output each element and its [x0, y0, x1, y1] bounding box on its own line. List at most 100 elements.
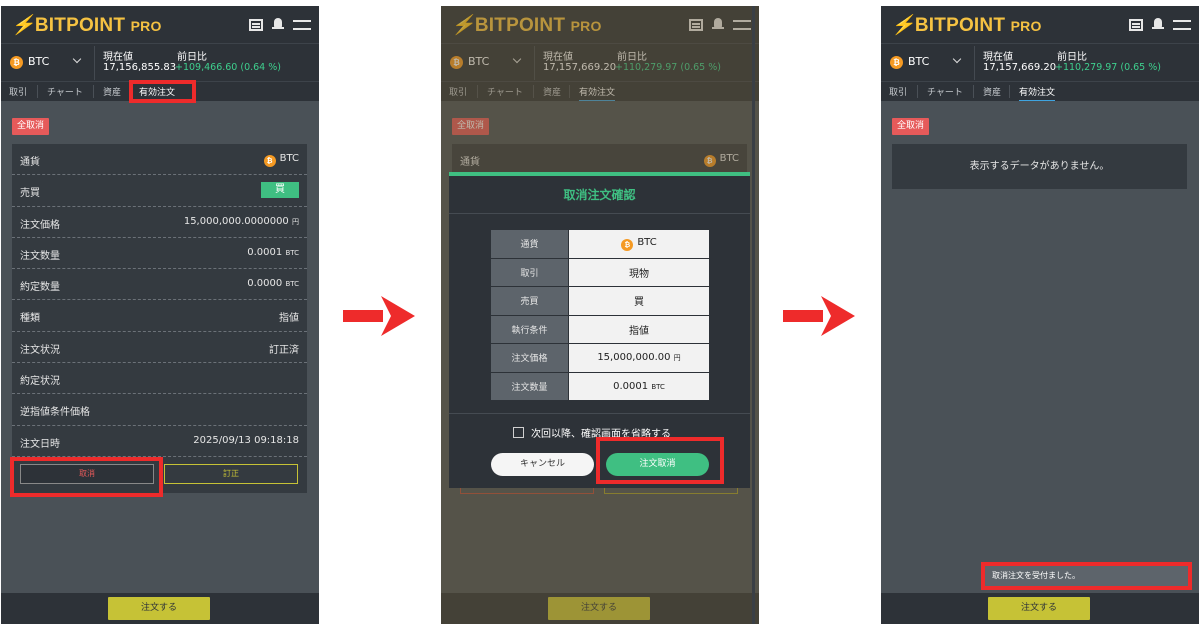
screen-cancel-done: ⚡BITPOINT PRO ₿ BTC 現在値 前日比 17,157,669.2…: [881, 6, 1199, 624]
table-key: 取引: [490, 257, 569, 287]
tab-chart[interactable]: チャート: [47, 85, 83, 98]
unit: BTC: [651, 382, 665, 391]
detail-row: 約定状況: [12, 363, 307, 395]
logo-mark: ⚡: [11, 15, 35, 36]
detail-row: 注文状況 訂正済: [12, 332, 307, 364]
current-price-value: 17,156,855.83: [103, 62, 177, 73]
bell-icon[interactable]: [272, 18, 284, 31]
order-detail-list: 通貨 ₿ BTC 売買 買 注文価格 15,000,000.0000000 円 注…: [12, 144, 307, 493]
btc-coin-icon: ₿: [263, 155, 276, 167]
footer-bar: 注文する: [1, 593, 319, 624]
table-row: 執行条件 指値: [490, 314, 710, 344]
detail-row: 逆指値条件価格: [12, 394, 307, 426]
detail-value: 0.0000 BTC: [247, 278, 299, 289]
table-row: 取引 現物: [490, 257, 710, 287]
detail-row: 売買 買: [12, 175, 307, 207]
bitpoint-logo: ⚡BITPOINT PRO: [11, 13, 162, 37]
screen-cancel-confirm: ⚡BITPOINT PRO ₿ BTC 現在値 前日比 17,157,669.2…: [441, 6, 759, 624]
unit: 円: [292, 217, 299, 226]
divider: [93, 85, 94, 98]
dialog-title: 取消注文確認: [449, 176, 750, 214]
detail-key: 注文日時: [20, 438, 60, 450]
current-price-label: 現在値: [103, 52, 133, 63]
coin-selector[interactable]: BTC: [908, 55, 929, 68]
order-quantity: 0.0001: [247, 246, 283, 258]
detail-value: 訂正済: [269, 344, 299, 356]
currency-value: BTC: [637, 236, 657, 248]
detail-key: 注文状況: [20, 344, 60, 356]
tab-assets[interactable]: 資産: [983, 85, 1001, 98]
table-key: 通貨: [490, 229, 569, 259]
highlight-toast: [981, 562, 1192, 590]
place-order-button[interactable]: 注文する: [988, 597, 1090, 620]
news-icon[interactable]: [249, 18, 263, 31]
logo-mark: ⚡: [891, 15, 915, 36]
detail-key: 逆指値条件価格: [20, 407, 90, 419]
table-row: 注文価格 15,000,000.00 円: [490, 343, 710, 373]
chevron-down-icon[interactable]: [952, 54, 962, 64]
detail-row: 種類 指値: [12, 300, 307, 332]
amend-order-button[interactable]: 訂正: [164, 463, 298, 484]
app-header: ⚡BITPOINT PRO: [1, 6, 319, 43]
menu-icon[interactable]: [293, 19, 311, 30]
filled-quantity: 0.0000: [247, 278, 283, 290]
bell-icon[interactable]: [1152, 18, 1164, 31]
detail-key: 通貨: [20, 157, 40, 168]
change-value: +109,466.60 (0.64 %): [175, 62, 281, 73]
table-value: 現物: [568, 257, 710, 287]
skip-confirm-checkbox[interactable]: [513, 427, 524, 438]
unit: BTC: [285, 248, 299, 257]
menu-icon[interactable]: [1173, 19, 1191, 30]
unit: BTC: [285, 280, 299, 289]
news-icon[interactable]: [1129, 18, 1143, 31]
logo-pro: PRO: [1010, 18, 1042, 34]
table-value: 0.0001 BTC: [568, 371, 710, 401]
tab-open-orders[interactable]: 有効注文: [1019, 85, 1056, 101]
logo-pro: PRO: [130, 18, 162, 34]
dialog-cancel-button[interactable]: キャンセル: [491, 453, 594, 476]
current-price-value: 17,157,669.20: [983, 62, 1057, 73]
unit: 円: [673, 354, 681, 363]
chevron-down-icon[interactable]: [72, 54, 82, 64]
footer-bar: 注文する: [881, 593, 1199, 624]
empty-state-message: 表示するデータがありません。: [892, 144, 1187, 189]
highlight-cancel-button: [10, 457, 163, 497]
current-price-label: 現在値: [983, 52, 1013, 63]
detail-row: 注文数量 0.0001 BTC: [12, 238, 307, 270]
divider: [449, 413, 750, 414]
detail-value: ₿ BTC: [263, 153, 299, 167]
tab-trade[interactable]: 取引: [9, 85, 27, 98]
btc-coin-icon: ₿: [890, 56, 903, 69]
price-bar: ₿ BTC 現在値 前日比 17,157,669.20 +110,279.97 …: [881, 43, 1199, 81]
detail-row: 注文日時 2025/09/13 09:18:18: [12, 426, 307, 457]
detail-key: 種類: [20, 313, 40, 325]
logo-text: BITPOINT: [34, 15, 126, 36]
price-bar: ₿ BTC 現在値 前日比 17,156,855.83 +109,466.60 …: [1, 43, 319, 81]
bitpoint-logo: ⚡BITPOINT PRO: [891, 13, 1042, 37]
detail-value: 2025/09/13 09:18:18: [193, 434, 299, 446]
change-label: 前日比: [1057, 52, 1087, 63]
btc-coin-icon: ₿: [621, 238, 634, 251]
table-key: 注文数量: [490, 371, 569, 401]
cancel-all-button[interactable]: 全取消: [12, 118, 49, 135]
cancel-all-button[interactable]: 全取消: [892, 118, 929, 135]
table-row: 売買 買: [490, 286, 710, 316]
table-key: 売買: [490, 286, 569, 316]
order-quantity: 0.0001: [613, 380, 649, 392]
order-price: 15,000,000.0000000: [183, 215, 289, 227]
detail-row: 注文価格 15,000,000.0000000 円: [12, 207, 307, 238]
app-header: ⚡BITPOINT PRO: [881, 6, 1199, 43]
table-value: 指値: [568, 314, 710, 344]
coin-selector[interactable]: BTC: [28, 55, 49, 68]
table-value: 15,000,000.00 円: [568, 343, 710, 373]
table-row: 通貨 ₿ BTC: [490, 229, 710, 259]
place-order-button[interactable]: 注文する: [108, 597, 210, 620]
divider: [752, 6, 755, 624]
tab-trade[interactable]: 取引: [889, 85, 907, 98]
currency-value: BTC: [279, 153, 299, 164]
detail-row: 約定数量 0.0000 BTC: [12, 269, 307, 301]
tab-chart[interactable]: チャート: [927, 85, 963, 98]
arrow-right-icon: [343, 296, 415, 336]
table-row: 注文数量 0.0001 BTC: [490, 371, 710, 401]
tab-assets[interactable]: 資産: [103, 85, 121, 98]
